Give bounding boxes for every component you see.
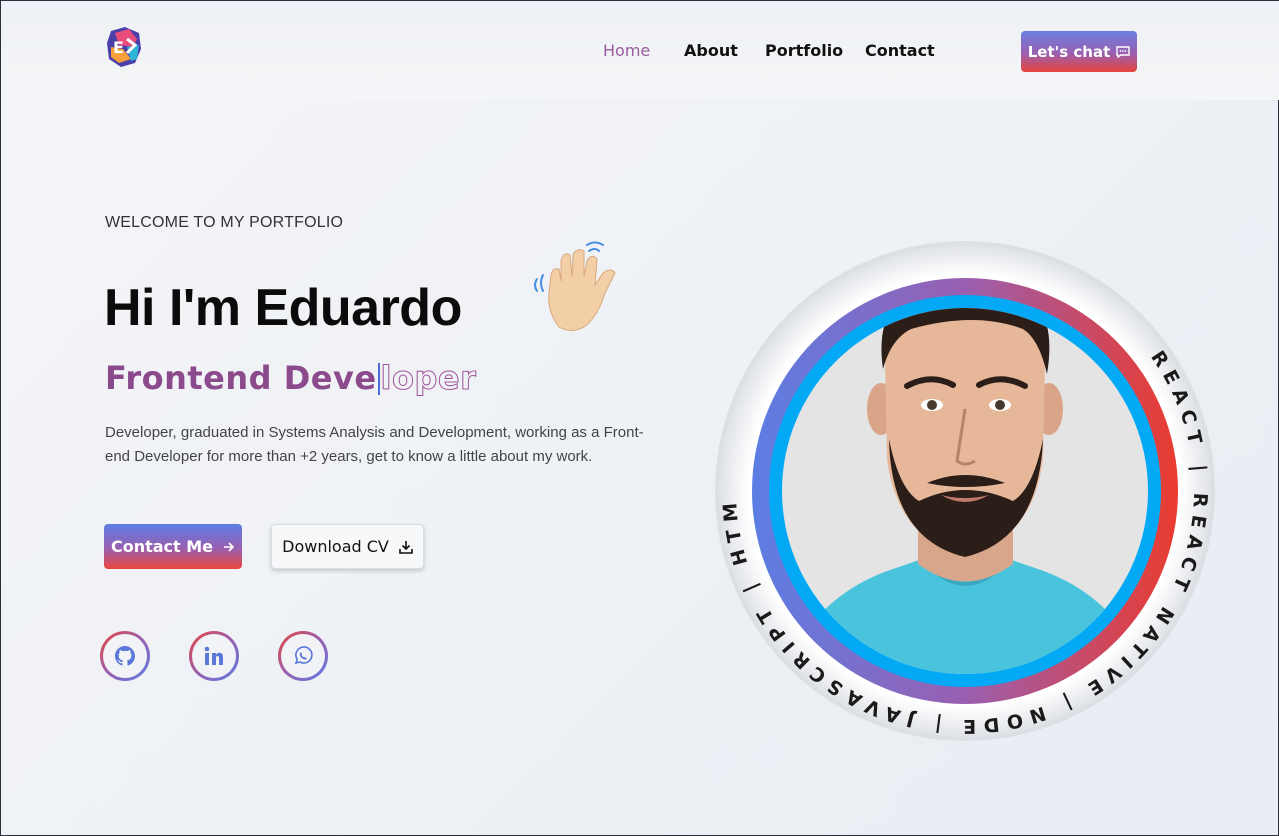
lets-chat-button[interactable]: Let's chat: [1021, 31, 1137, 72]
download-cv-label: Download CV: [282, 537, 389, 556]
download-icon: [399, 540, 413, 554]
arrow-right-icon: [224, 541, 235, 552]
nav-about[interactable]: About: [684, 41, 738, 60]
whatsapp-link[interactable]: [278, 631, 328, 681]
welcome-text: WELCOME TO MY PORTFOLIO: [105, 214, 344, 231]
github-link[interactable]: [100, 631, 150, 681]
svg-text:E: E: [113, 38, 124, 57]
contact-me-button[interactable]: Contact Me: [104, 524, 242, 569]
logo[interactable]: E: [105, 25, 143, 69]
whatsapp-icon: [294, 646, 313, 665]
greeting-heading: Hi I'm Eduardo: [104, 279, 462, 337]
chat-icon: [1116, 45, 1130, 58]
profile-portrait: REACT | REACT NATIVE | NODE | JAVASCRIPT…: [713, 239, 1215, 741]
typing-caret: [377, 363, 380, 395]
role-typewriter: Frontend Deve loper: [105, 359, 477, 398]
site-header: E Home About Portfolio Contact Let's cha…: [1, 1, 1279, 100]
linkedin-link[interactable]: [189, 631, 239, 681]
nav-contact[interactable]: Contact: [865, 41, 935, 60]
linkedin-icon: [204, 646, 223, 665]
waving-hand-icon: [534, 241, 616, 331]
github-icon: [115, 646, 135, 666]
download-cv-button[interactable]: Download CV: [271, 524, 424, 569]
role-remaining-text: loper: [380, 359, 477, 398]
nav-home[interactable]: Home: [603, 41, 650, 60]
nav-portfolio[interactable]: Portfolio: [765, 41, 843, 60]
role-typed-text: Frontend Deve: [105, 359, 377, 397]
lets-chat-label: Let's chat: [1027, 42, 1111, 61]
hero-description: Developer, graduated in Systems Analysis…: [105, 424, 644, 465]
contact-me-label: Contact Me: [110, 537, 214, 556]
